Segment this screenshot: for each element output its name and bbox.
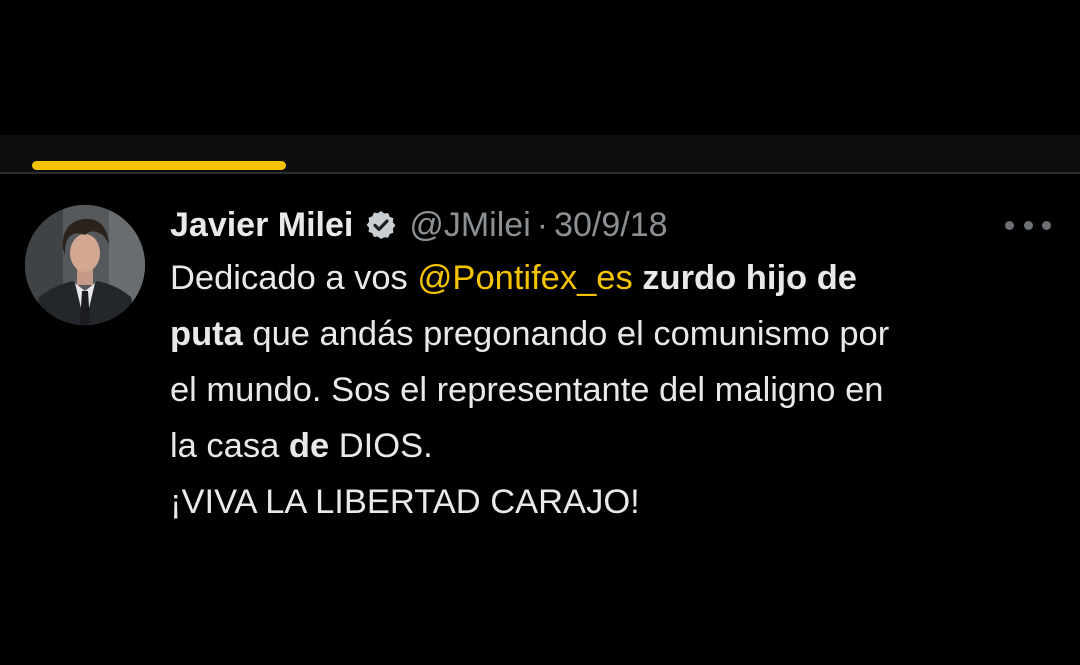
tweet-line-1: Dedicado a vos @Pontifex_es zurdo hijo d… <box>170 259 857 297</box>
author-avatar[interactable] <box>25 205 145 325</box>
tweet-line-5: ¡VIVA LA LIBERTAD CARAJO! <box>170 483 640 521</box>
header-separator: · <box>536 205 549 244</box>
tweet-date[interactable]: 30/9/18 <box>554 206 667 245</box>
verified-badge-icon <box>366 211 396 239</box>
tweet-line-2: puta que andás pregonando el comunismo p… <box>170 315 890 353</box>
tweet-text: Dedicado a vos @Pontifex_es zurdo hijo d… <box>170 250 1050 530</box>
active-tab-indicator <box>32 161 286 170</box>
tab-divider <box>0 172 1080 174</box>
author-handle[interactable]: @JMilei <box>409 206 530 245</box>
tweet-header: Javier Milei @JMilei · 30/9/18 <box>170 203 668 247</box>
mention-link[interactable]: @Pontifex_es <box>417 259 632 297</box>
author-name[interactable]: Javier Milei <box>170 206 353 245</box>
tweet-line-4: la casa de DIOS. <box>170 427 433 465</box>
more-options-icon[interactable] <box>1005 213 1051 237</box>
tweet-line-3: el mundo. Sos el representante del malig… <box>170 371 884 409</box>
